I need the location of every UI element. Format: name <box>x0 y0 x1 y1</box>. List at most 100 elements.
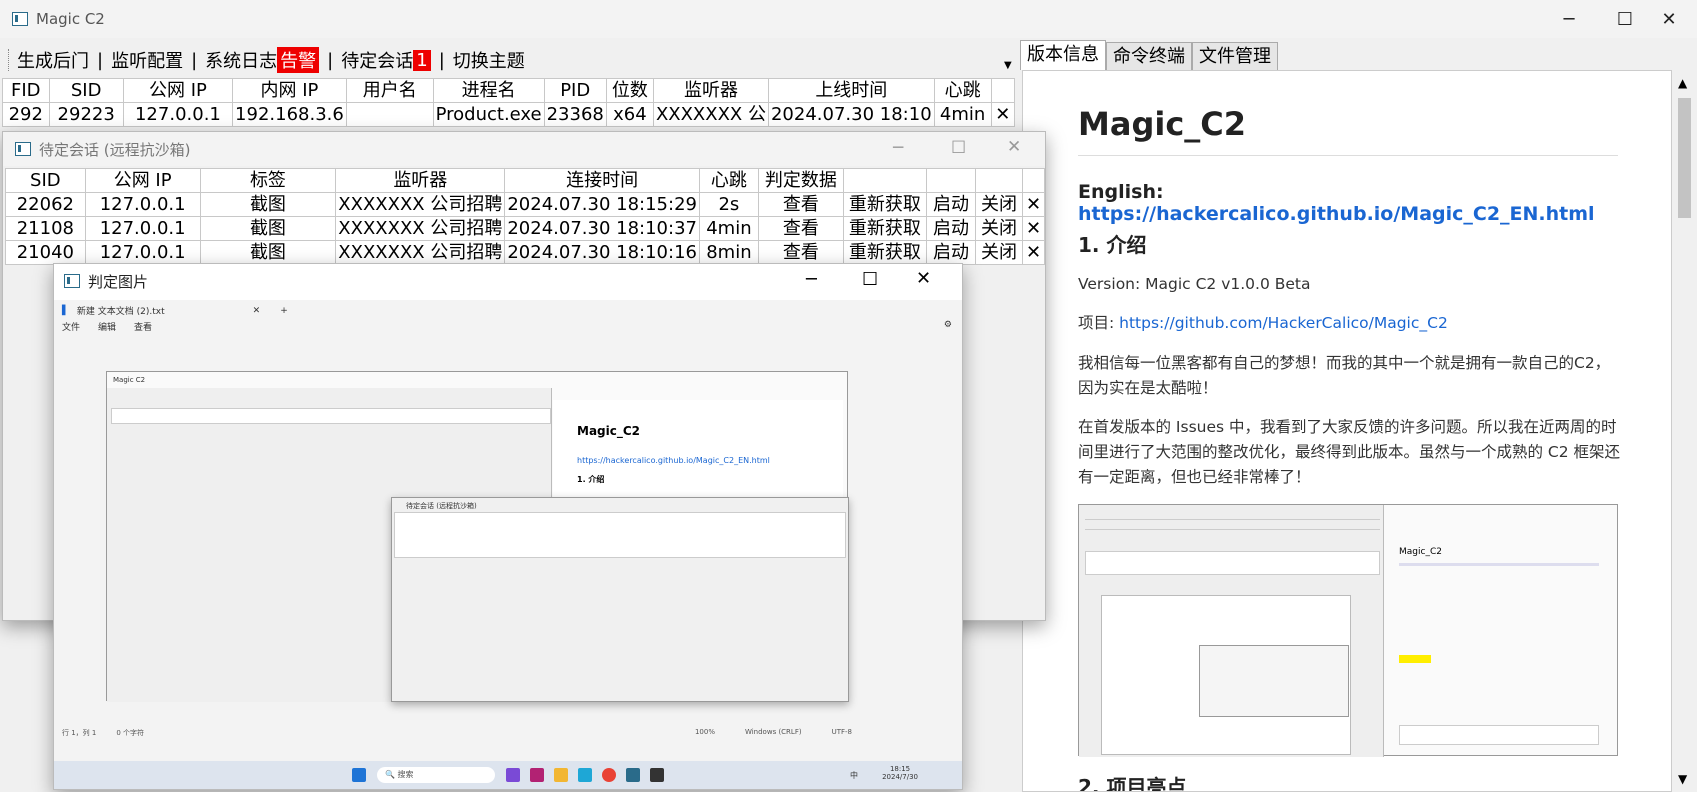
close-button[interactable]: ✕ <box>1641 0 1697 38</box>
col-username[interactable]: 用户名 <box>345 78 434 103</box>
cell-connect-time: 2024.07.30 18:15:29 <box>504 192 700 217</box>
taskbar-lang: 中 <box>850 771 858 780</box>
sessions-table: FID SID 公网 IP 内网 IP 用户名 进程名 PID 位数 监听器 上… <box>2 78 1016 127</box>
pending-table: SID 公网 IP 标签 监听器 连接时间 心跳 判定数据 22062 127.… <box>5 168 1045 265</box>
english-link[interactable]: https://hackercalico.github.io/Magic_C2_… <box>1078 203 1595 225</box>
notepad-tab-strip: ▌ 新建 文本文档 (2).txt ✕ + <box>62 304 288 318</box>
notepad-file-icon: ▌ <box>62 305 69 316</box>
app-icon-2 <box>530 768 544 782</box>
col-online-time[interactable]: 上线时间 <box>767 78 935 103</box>
remove-session-button[interactable]: ✕ <box>990 102 1016 127</box>
notepad-settings-icon: ⚙ <box>943 320 952 330</box>
col-public-ip[interactable]: 公网 IP <box>122 78 234 103</box>
project-link[interactable]: https://github.com/HackerCalico/Magic_C2 <box>1119 314 1448 332</box>
menu-generate-backdoor[interactable]: 生成后门 <box>17 47 89 73</box>
version-text: Version: Magic C2 v1.0.0 Beta <box>1078 275 1311 293</box>
alert-badge[interactable]: 告警 <box>277 47 320 73</box>
tab-command-terminal[interactable]: 命令终端 <box>1106 42 1192 70</box>
remove-pending-button[interactable]: ✕ <box>1022 216 1045 241</box>
table-row[interactable]: 292 29223 127.0.0.1 192.168.3.6 Product.… <box>2 102 1016 127</box>
scroll-up-icon[interactable]: ▲ <box>1678 76 1687 90</box>
nested-doc-section: 1. 介绍 <box>577 475 605 484</box>
judge-minimize-button[interactable]: ─ <box>806 269 817 290</box>
close-session-button[interactable]: 关闭 <box>974 240 1024 265</box>
cell-tag: 截图 <box>199 192 337 217</box>
judge-maximize-button[interactable]: ☐ <box>862 269 878 290</box>
para-issues: 在首发版本的 Issues 中，我看到了大家反馈的许多问题。所以我在近两周的时间… <box>1078 418 1621 486</box>
pending-minimize-button[interactable]: ─ <box>893 138 903 158</box>
cell-public-ip: 127.0.0.1 <box>84 192 201 217</box>
judge-window-icon <box>64 274 80 288</box>
col-process[interactable]: 进程名 <box>432 78 545 103</box>
cell-tag: 截图 <box>199 216 337 241</box>
start-button[interactable]: 启动 <box>926 192 976 217</box>
version-doc: Magic_C2 English: https://hackercalico.g… <box>1022 70 1672 792</box>
col-listener[interactable]: 监听器 <box>335 168 506 193</box>
start-button[interactable]: 启动 <box>926 216 976 241</box>
nested-pending-title: 待定会话 (远程抗沙箱) <box>406 502 477 510</box>
view-button[interactable]: 查看 <box>757 192 844 217</box>
refetch-button[interactable]: 重新获取 <box>842 192 928 217</box>
scroll-down-icon[interactable]: ▼ <box>1678 772 1687 786</box>
minimize-button[interactable]: ─ <box>1541 0 1597 38</box>
pending-window-title: 待定会话 (远程抗沙箱) <box>39 140 191 159</box>
refetch-button[interactable]: 重新获取 <box>842 240 928 265</box>
col-start <box>926 168 976 193</box>
overflow-chevron-icon[interactable]: ▼ <box>1004 60 1012 71</box>
view-button[interactable]: 查看 <box>757 216 844 241</box>
pending-close-button[interactable]: ✕ <box>1007 137 1021 157</box>
close-session-button[interactable]: 关闭 <box>974 192 1024 217</box>
remove-pending-button[interactable]: ✕ <box>1022 192 1045 217</box>
col-refetch <box>842 168 928 193</box>
status-position: 行 1，列 1 <box>62 729 97 737</box>
remove-pending-button[interactable]: ✕ <box>1022 240 1045 265</box>
menu-pending-sessions[interactable]: 待定会话 <box>341 47 413 73</box>
col-public-ip[interactable]: 公网 IP <box>84 168 201 193</box>
col-connect-time[interactable]: 连接时间 <box>504 168 700 193</box>
title-bar: Magic C2 ─ ☐ ✕ <box>0 0 1697 38</box>
terminal-icon <box>650 768 664 782</box>
pending-maximize-button[interactable]: ☐ <box>951 138 966 158</box>
taskbar-date: 2024/7/30 <box>882 773 918 781</box>
scroll-thumb[interactable] <box>1678 98 1691 218</box>
menu-switch-theme[interactable]: 切换主题 <box>453 47 525 73</box>
right-tabs: 版本信息 命令终端 文件管理 <box>1020 40 1278 70</box>
col-judge-data[interactable]: 判定数据 <box>757 168 844 193</box>
table-header: FID SID 公网 IP 内网 IP 用户名 进程名 PID 位数 监听器 上… <box>2 78 1016 103</box>
start-button[interactable]: 启动 <box>926 240 976 265</box>
pending-row[interactable]: 21108 127.0.0.1 截图 XXXXXXX 公司招聘 2024.07.… <box>5 216 1045 241</box>
app-icon <box>12 12 28 26</box>
col-private-ip[interactable]: 内网 IP <box>232 78 347 103</box>
taskbar: 🔍 搜索 18:15 2024/7/30 中 <box>54 761 962 789</box>
pending-row[interactable]: 21040 127.0.0.1 截图 XXXXXXX 公司招聘 2024.07.… <box>5 240 1045 265</box>
col-sid[interactable]: SID <box>48 78 124 103</box>
cell-pid: 23368 <box>543 102 607 127</box>
project-line: 项目: https://github.com/HackerCalico/Magi… <box>1078 311 1623 336</box>
view-button[interactable]: 查看 <box>757 240 844 265</box>
cell-sid: 29223 <box>48 102 124 127</box>
doc-title: Magic_C2 <box>1078 105 1247 143</box>
doc-scrollbar[interactable]: ▲ ▼ <box>1672 70 1697 792</box>
col-sid[interactable]: SID <box>5 168 86 193</box>
tab-version-info[interactable]: 版本信息 <box>1020 40 1106 70</box>
col-pid[interactable]: PID <box>543 78 607 103</box>
project-label: 项目: <box>1078 314 1120 332</box>
refetch-button[interactable]: 重新获取 <box>842 216 928 241</box>
col-heartbeat[interactable]: 心跳 <box>698 168 759 193</box>
doc-divider <box>1078 155 1618 156</box>
notepad-tab-close-icon: ✕ <box>252 305 261 316</box>
col-listener[interactable]: 监听器 <box>652 78 769 103</box>
col-arch[interactable]: 位数 <box>605 78 654 103</box>
tab-file-manager[interactable]: 文件管理 <box>1192 42 1278 70</box>
cell-heartbeat: 4min <box>933 102 992 127</box>
pending-row[interactable]: 22062 127.0.0.1 截图 XXXXXXX 公司招聘 2024.07.… <box>5 192 1045 217</box>
col-heartbeat[interactable]: 心跳 <box>933 78 992 103</box>
english-label: English: <box>1078 181 1164 203</box>
close-session-button[interactable]: 关闭 <box>974 216 1024 241</box>
judge-close-button[interactable]: ✕ <box>916 268 931 289</box>
menu-listener-config[interactable]: 监听配置 <box>111 47 183 73</box>
menu-system-log[interactable]: 系统日志 <box>205 47 277 73</box>
col-fid[interactable]: FID <box>2 78 50 103</box>
col-tag[interactable]: 标签 <box>199 168 337 193</box>
start-icon <box>352 768 366 782</box>
